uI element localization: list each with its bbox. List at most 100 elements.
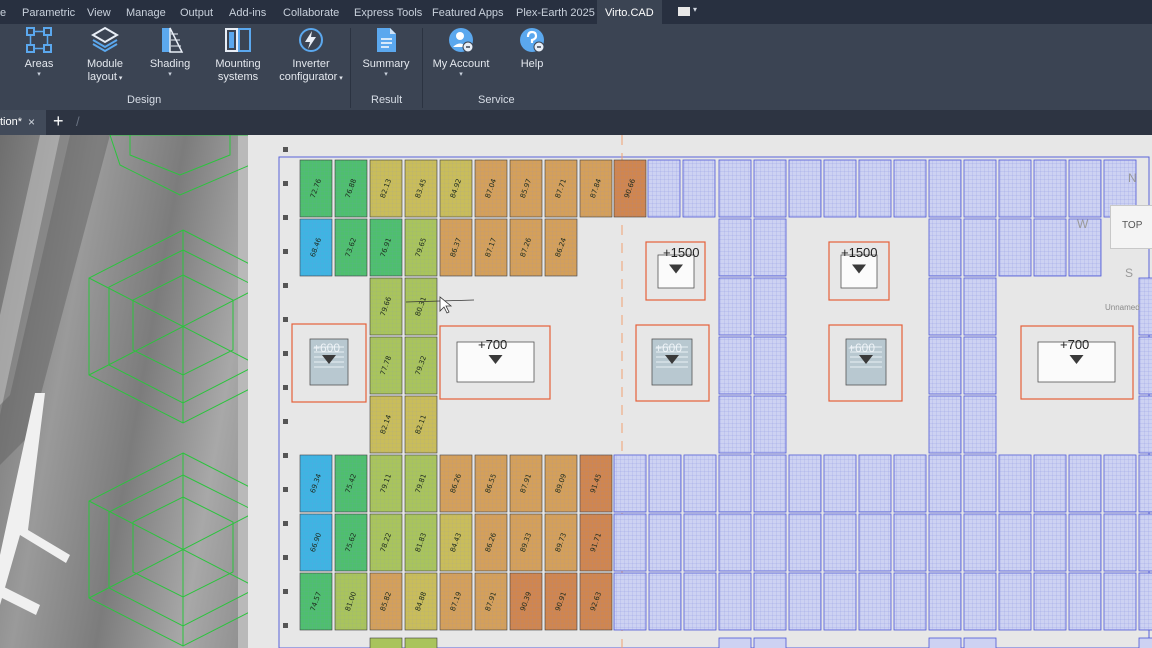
edge-anchor — [283, 453, 288, 458]
panel-grid — [754, 514, 786, 571]
panel-grid — [789, 455, 821, 512]
panel-grid — [824, 514, 856, 571]
edge-anchor — [283, 623, 288, 628]
unshaded-panel — [1138, 637, 1152, 648]
panel-grid — [999, 455, 1031, 512]
areas-button[interactable]: Areas ▾ — [18, 26, 60, 79]
layers-icon — [91, 26, 119, 53]
module-layout-label-2: layout — [87, 71, 117, 83]
panel-grid — [999, 160, 1031, 217]
panel-grid — [719, 514, 751, 571]
tab-parametric[interactable]: Parametric — [22, 0, 75, 24]
panel-grid — [649, 455, 681, 512]
document-tab[interactable]: tion* × — [0, 110, 46, 135]
edge-anchor — [283, 147, 288, 152]
mounting-systems-button[interactable]: Mounting systems — [212, 26, 264, 84]
panel-grid — [719, 160, 751, 217]
panel-grid — [754, 455, 786, 512]
panel-grid — [789, 160, 821, 217]
panel-grid — [1034, 455, 1066, 512]
solar-panel — [404, 637, 438, 648]
tab-plex-earth[interactable]: Plex-Earth 2025 — [516, 0, 595, 24]
elevation-label: +1500 — [841, 245, 878, 260]
panel-grid — [824, 160, 856, 217]
shading-icon — [162, 27, 184, 53]
panel-grid — [719, 396, 751, 453]
tab-output[interactable]: Output — [180, 0, 213, 24]
edge-anchor — [283, 589, 288, 594]
chevron-down-icon: ▾ — [459, 71, 463, 78]
workspace-switch-icon[interactable] — [678, 7, 690, 16]
panel-grid — [719, 455, 751, 512]
tab-virto-cad[interactable]: Virto.CAD — [597, 0, 662, 24]
panel-grid — [964, 514, 996, 571]
tab-add-ins[interactable]: Add-ins — [229, 0, 266, 24]
panel-grid — [1034, 160, 1066, 217]
tab-manage[interactable]: Manage — [126, 0, 166, 24]
panel-grid — [929, 455, 961, 512]
panel-grid — [824, 573, 856, 630]
my-account-button[interactable]: My Account ▾ — [430, 26, 492, 79]
edge-anchor — [283, 181, 288, 186]
panel-grid — [964, 337, 996, 394]
panel-grid — [754, 160, 786, 217]
panel-grid — [929, 219, 961, 276]
panel-grid — [964, 396, 996, 453]
panel-grid — [894, 573, 926, 630]
panel-grid — [684, 573, 716, 630]
mounting-label-1: Mounting — [215, 58, 261, 70]
summary-button[interactable]: Summary ▾ — [362, 26, 410, 79]
panel-grid — [1069, 514, 1101, 571]
panel-grid — [929, 337, 961, 394]
panel-grid — [1034, 514, 1066, 571]
viewcube-south[interactable]: S — [1125, 266, 1133, 280]
chevron-down-icon: ▾ — [37, 71, 41, 78]
drawing-canvas[interactable]: 72.76 76.88 82.13 83.45 84.92 87.04 85.97 87.71… — [0, 135, 1152, 648]
edge-anchor — [283, 419, 288, 424]
panel-grid — [964, 160, 996, 217]
inverter-label-2: configurator — [279, 71, 338, 83]
viewcube-top[interactable]: TOP — [1122, 220, 1142, 231]
new-tab-button[interactable]: + — [53, 110, 64, 133]
panel-grid — [614, 573, 646, 630]
group-label-service: Service — [478, 94, 515, 106]
edge-anchor — [283, 215, 288, 220]
panel-grid — [683, 160, 715, 217]
tab-home[interactable]: e — [0, 0, 6, 24]
panel-grid — [1069, 455, 1101, 512]
tab-view[interactable]: View — [87, 0, 111, 24]
panel-grid — [754, 396, 786, 453]
panel-grid — [648, 160, 680, 217]
unshaded-panel — [928, 637, 962, 648]
panel-grid — [789, 514, 821, 571]
panel-grid — [1069, 160, 1101, 217]
viewcube-west[interactable]: W — [1077, 217, 1088, 231]
help-button[interactable]: Help — [512, 26, 552, 71]
edge-anchor — [283, 521, 288, 526]
panel-grid — [999, 573, 1031, 630]
ribbon-separator — [350, 28, 351, 108]
viewcube[interactable]: TOP — [1110, 205, 1152, 249]
panel-grid — [1139, 278, 1152, 335]
solar-panel — [369, 637, 403, 648]
viewcube-north[interactable]: N — [1128, 171, 1137, 185]
unshaded-panel — [753, 637, 787, 648]
panel-grid — [614, 455, 646, 512]
panel-grid — [1104, 573, 1136, 630]
panel-grid — [684, 455, 716, 512]
edge-anchor — [283, 487, 288, 492]
panel-grid — [964, 219, 996, 276]
close-icon[interactable]: × — [28, 110, 35, 135]
group-label-design: Design — [127, 94, 162, 106]
module-layout-button[interactable]: Module layout ▾ — [82, 26, 128, 85]
panel-grid — [684, 514, 716, 571]
panel-grid — [719, 337, 751, 394]
panel-grid — [754, 219, 786, 276]
panel-grid — [999, 219, 1031, 276]
inverter-configurator-button[interactable]: Inverter configurator ▾ — [278, 26, 344, 85]
panel-grid — [1139, 396, 1152, 453]
tab-express-tools[interactable]: Express Tools — [354, 0, 422, 24]
shading-button[interactable]: Shading ▾ — [148, 26, 192, 79]
tab-featured-apps[interactable]: Featured Apps — [432, 0, 504, 24]
tab-collaborate[interactable]: Collaborate — [283, 0, 339, 24]
